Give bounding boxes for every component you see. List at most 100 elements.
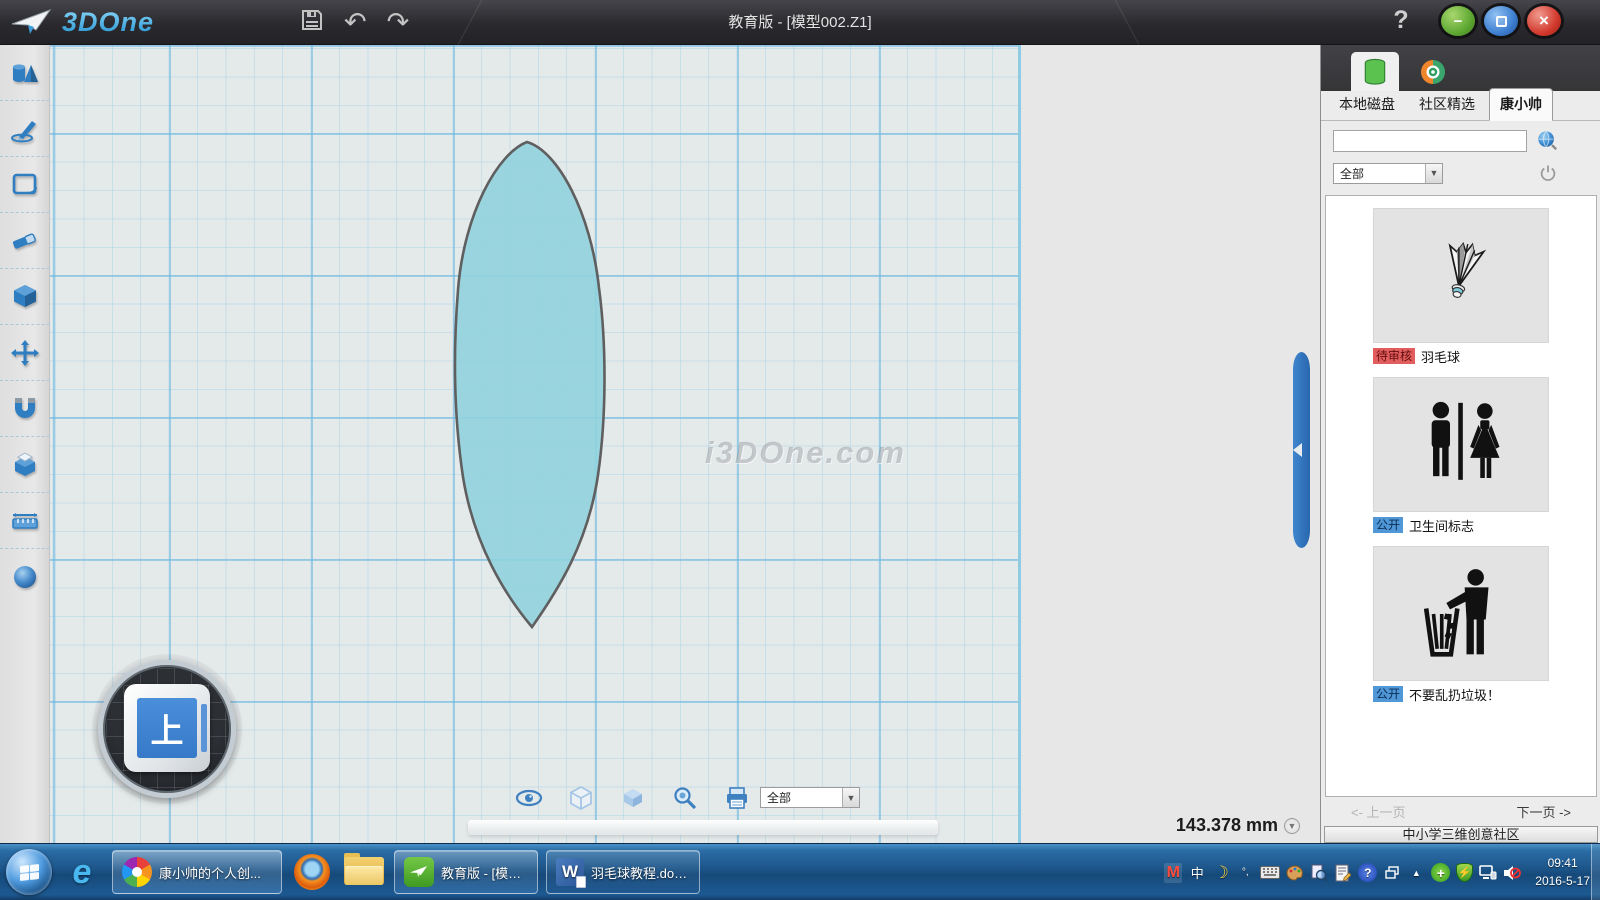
- model-thumbnail-restroom[interactable]: [1373, 377, 1549, 512]
- 3done-app-icon: [404, 857, 434, 887]
- file-explorer-button[interactable]: [342, 849, 386, 895]
- measurement-readout: 143.378 mm ▼: [1110, 815, 1300, 836]
- view-cube[interactable]: 上: [98, 660, 236, 798]
- measurement-dropdown-icon[interactable]: ▼: [1284, 818, 1300, 834]
- display-filter-dropdown[interactable]: 全部 ▼: [760, 787, 860, 808]
- ime-indicator[interactable]: 中: [1188, 863, 1206, 883]
- globe-search-icon[interactable]: [1536, 130, 1558, 152]
- minimize-button[interactable]: −: [1441, 6, 1475, 36]
- tab-user-kangxiaoshuai[interactable]: 康小帅: [1489, 88, 1553, 121]
- ie-icon: e: [73, 853, 92, 892]
- ruler-icon: [10, 507, 40, 535]
- start-button[interactable]: [6, 849, 52, 895]
- keyboard-tray-icon[interactable]: [1260, 863, 1280, 883]
- wireframe-cube-icon: [568, 785, 594, 811]
- wireframe-view-button[interactable]: [567, 785, 595, 811]
- move-arrows-icon: [10, 339, 40, 367]
- chevron-down-icon[interactable]: ▼: [842, 788, 859, 807]
- erase-tool-button[interactable]: [0, 213, 50, 269]
- help-tray-icon[interactable]: ?: [1358, 863, 1377, 882]
- status-badge: 公开: [1373, 517, 1403, 533]
- model-name[interactable]: 卫生间标志: [1409, 516, 1474, 535]
- internet-explorer-button[interactable]: e: [60, 849, 104, 895]
- model-thumbnail-badminton[interactable]: [1373, 208, 1549, 343]
- save-button[interactable]: [300, 8, 324, 37]
- panel-collapse-handle[interactable]: [1293, 352, 1310, 548]
- category-filter-value: 全部: [1334, 165, 1425, 182]
- firefox-button[interactable]: [290, 849, 334, 895]
- feature-modeling-tool-button[interactable]: [0, 269, 50, 325]
- prev-page-button[interactable]: <- 上一页: [1351, 802, 1406, 821]
- database-icon: [1362, 58, 1388, 86]
- measurement-value: 143.378 mm: [1176, 815, 1278, 836]
- shaded-view-button[interactable]: [619, 785, 647, 811]
- tab-community-featured[interactable]: 社区精选: [1409, 89, 1485, 120]
- print-button[interactable]: [723, 785, 751, 811]
- model-card[interactable]: 待审核 羽毛球: [1373, 208, 1549, 365]
- window-restore-tray-icon[interactable]: [1383, 863, 1401, 883]
- taskbar-window-label: 康小帅的个人创...: [159, 863, 261, 882]
- chevron-down-icon[interactable]: ▼: [1425, 164, 1442, 183]
- model-label: 公开 卫生间标志: [1373, 516, 1549, 534]
- model-card[interactable]: 公开 不要乱扔垃圾！: [1373, 546, 1549, 703]
- model-list[interactable]: 待审核 羽毛球: [1325, 195, 1597, 797]
- view-cube-top-face[interactable]: 上: [137, 698, 197, 758]
- restore-button[interactable]: [1484, 6, 1518, 36]
- model-thumbnail-litter[interactable]: [1373, 546, 1549, 681]
- tab-local-resources[interactable]: [1351, 52, 1399, 91]
- pagination: <- 上一页 下一页 ->: [1325, 802, 1597, 821]
- measure-tool-button[interactable]: [0, 493, 50, 549]
- undo-button[interactable]: ↶: [344, 9, 367, 36]
- 3done-app-window: 3DOne ↶ ↷ 教育版 - [模型002.Z1] ? − ×: [0, 0, 1600, 900]
- move-tool-button[interactable]: [0, 325, 50, 381]
- community-site-button[interactable]: 中小学三维创意社区: [1324, 826, 1598, 843]
- windows-taskbar: e 康小帅的个人创... 教育版 - [模型00... W 羽毛球教程.docx…: [0, 843, 1600, 900]
- 360-safe-tray-icon[interactable]: +: [1431, 863, 1450, 882]
- model-name[interactable]: 不要乱扔垃圾！: [1409, 685, 1500, 704]
- search-doc-tray-icon[interactable]: [1310, 863, 1328, 883]
- model-name[interactable]: 羽毛球: [1421, 347, 1460, 366]
- punctuation-indicator[interactable]: °,: [1236, 863, 1254, 883]
- taskbar-window-word[interactable]: W 羽毛球教程.docx ...: [546, 850, 700, 894]
- taskbar-clock[interactable]: 09:41 2016-5-17: [1535, 855, 1590, 890]
- network-tray-icon[interactable]: [1479, 863, 1497, 883]
- show-desktop-button[interactable]: [1591, 844, 1600, 900]
- no-littering-image: [1406, 566, 1516, 662]
- taskbar-window-label: 羽毛球教程.docx ...: [591, 863, 690, 882]
- close-button[interactable]: ×: [1527, 6, 1561, 36]
- visibility-button[interactable]: [515, 785, 543, 811]
- combine-tool-button[interactable]: [0, 437, 50, 493]
- palette-tray-icon[interactable]: [1286, 863, 1304, 883]
- next-page-button[interactable]: 下一页 ->: [1516, 802, 1571, 821]
- help-button[interactable]: ?: [1386, 6, 1416, 38]
- tab-community-resources[interactable]: [1409, 52, 1457, 91]
- search-input[interactable]: [1333, 130, 1527, 152]
- taskbar-window-3done[interactable]: 教育版 - [模型00...: [394, 850, 538, 894]
- sketch-edit-tool-button[interactable]: [0, 157, 50, 213]
- moon-tray-icon[interactable]: ☽: [1212, 863, 1230, 883]
- tab-local-disk[interactable]: 本地磁盘: [1329, 89, 1405, 120]
- taskbar-window-browser[interactable]: 康小帅的个人创...: [112, 850, 282, 894]
- paper-plane-icon: [10, 8, 54, 38]
- primitives-tool-button[interactable]: [0, 45, 50, 101]
- snap-tool-button[interactable]: [0, 381, 50, 437]
- category-filter-dropdown[interactable]: 全部 ▼: [1333, 163, 1443, 184]
- magnet-icon: [10, 395, 40, 423]
- notes-tray-icon[interactable]: [1334, 863, 1352, 883]
- model-card[interactable]: 公开 卫生间标志: [1373, 377, 1549, 534]
- status-badge: 公开: [1373, 686, 1403, 702]
- zoom-button[interactable]: [671, 785, 699, 811]
- power-icon[interactable]: [1539, 164, 1557, 182]
- shield-tray-icon[interactable]: ⚡: [1456, 863, 1473, 882]
- maxthon-tray-icon[interactable]: M: [1164, 863, 1182, 883]
- sketch-draw-tool-button[interactable]: [0, 101, 50, 157]
- view-toolbar: [515, 785, 751, 811]
- volume-muted-tray-icon[interactable]: [1503, 863, 1521, 883]
- eraser-icon: [10, 227, 40, 255]
- redo-button[interactable]: ↷: [387, 9, 410, 36]
- view-cube-side-face: [201, 704, 207, 752]
- model-label: 公开 不要乱扔垃圾！: [1373, 685, 1549, 703]
- modeling-viewport[interactable]: i3DOne.com 上: [50, 45, 1320, 843]
- material-tool-button[interactable]: [0, 549, 50, 605]
- show-hidden-icons-button[interactable]: ▲: [1407, 863, 1425, 883]
